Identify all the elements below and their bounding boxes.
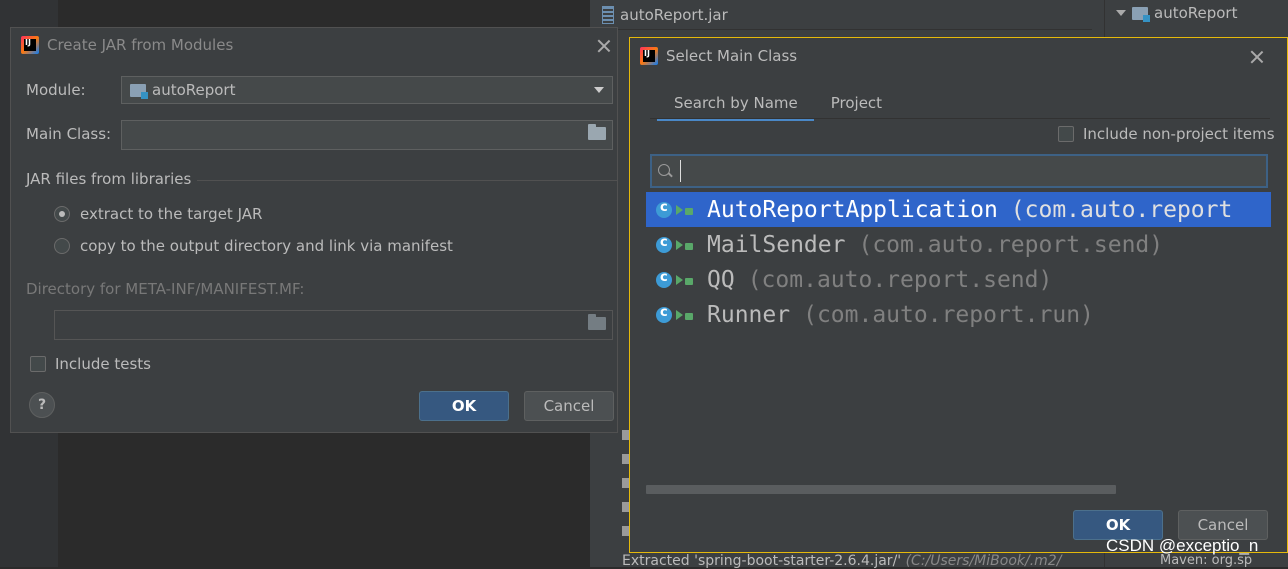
browse-folder-icon[interactable] [588, 314, 606, 330]
editor-tab-autoreport-jar[interactable]: autoReport.jar [592, 0, 1092, 30]
project-tree-root[interactable]: autoReport [1116, 4, 1237, 22]
search-icon [658, 164, 670, 176]
main-class-input[interactable] [121, 120, 613, 150]
runnable-icon [676, 274, 683, 285]
module-value: autoReport [152, 81, 236, 99]
radio-copy-label[interactable]: copy to the output directory and link vi… [80, 237, 453, 255]
horizontal-scrollbar[interactable] [646, 485, 1116, 494]
radio-extract[interactable] [54, 206, 70, 222]
include-tests-label[interactable]: Include tests [55, 355, 151, 373]
create-jar-dialog: Create JAR from Modules Module: autoRepo… [10, 27, 618, 433]
runnable-icon [676, 204, 683, 215]
tab-divider [650, 118, 1270, 119]
intellij-logo-icon [21, 36, 39, 54]
editor-tab-label: autoReport.jar [620, 5, 728, 24]
project-tree-root-label: autoReport [1154, 4, 1238, 22]
runnable-icon [676, 239, 683, 250]
class-package: (com.auto.report.send) [858, 231, 1164, 258]
select-main-title: Select Main Class [666, 47, 798, 65]
class-icon [656, 235, 672, 253]
select-main-title-bar: Select Main Class [640, 47, 797, 65]
class-name: MailSender [707, 231, 846, 258]
class-search-input[interactable] [650, 154, 1268, 188]
module-select[interactable]: autoReport [121, 76, 613, 104]
list-item[interactable]: QQ (com.auto.report.send) [646, 262, 1271, 297]
ok-button[interactable]: OK [419, 391, 509, 421]
lock-icon [685, 243, 693, 250]
class-list: AutoReportApplication (com.auto.report M… [646, 192, 1271, 332]
class-icon [656, 200, 672, 218]
class-icon [656, 305, 672, 323]
runnable-icon [676, 309, 683, 320]
include-non-project-label[interactable]: Include non-project items [1083, 125, 1275, 143]
chevron-down-icon [594, 87, 604, 93]
module-folder-icon [1132, 6, 1150, 22]
close-icon[interactable] [1249, 49, 1265, 65]
class-icon [656, 270, 672, 288]
close-icon[interactable] [596, 38, 612, 54]
create-jar-title: Create JAR from Modules [47, 36, 234, 54]
tab-project[interactable]: Project [814, 90, 898, 121]
section-divider [197, 180, 617, 181]
watermark: CSDN @exceptio_n [1106, 536, 1259, 555]
manifest-dir-label: Directory for META-INF/MANIFEST.MF: [26, 280, 305, 298]
class-name: AutoReportApplication [707, 196, 998, 223]
jar-file-icon [602, 5, 614, 24]
intellij-logo-icon [640, 47, 658, 65]
chevron-down-icon[interactable] [1116, 10, 1126, 16]
include-non-project-checkbox[interactable] [1058, 126, 1074, 142]
lock-icon [685, 208, 693, 215]
list-item[interactable]: AutoReportApplication (com.auto.report [646, 192, 1271, 227]
class-name: Runner [707, 301, 791, 328]
select-main-class-dialog: Select Main Class Search by Name Project… [629, 37, 1288, 553]
manifest-dir-input[interactable] [54, 310, 613, 340]
cancel-button[interactable]: Cancel [524, 391, 614, 421]
search-tabs: Search by Name Project [657, 90, 898, 121]
class-name: QQ [707, 266, 735, 293]
class-package: (com.auto.report.run) [803, 301, 1094, 328]
lock-icon [685, 313, 693, 320]
class-package: (com.auto.report.send) [747, 266, 1053, 293]
module-folder-icon [130, 83, 148, 99]
text-caret [680, 160, 681, 182]
radio-extract-label[interactable]: extract to the target JAR [80, 205, 262, 223]
lock-icon [685, 278, 693, 285]
radio-copy[interactable] [54, 238, 70, 254]
class-package: (com.auto.report [1010, 196, 1233, 223]
libraries-section-title: JAR files from libraries [26, 170, 192, 188]
include-tests-checkbox[interactable] [30, 356, 46, 372]
tab-search-by-name[interactable]: Search by Name [657, 90, 814, 121]
main-class-label: Main Class: [26, 125, 112, 143]
browse-folder-icon[interactable] [588, 124, 606, 140]
list-item[interactable]: MailSender (com.auto.report.send) [646, 227, 1271, 262]
help-button[interactable]: ? [29, 392, 55, 418]
module-label: Module: [26, 81, 86, 99]
create-jar-title-bar: Create JAR from Modules [21, 36, 233, 54]
list-item[interactable]: Runner (com.auto.report.run) [646, 297, 1271, 332]
